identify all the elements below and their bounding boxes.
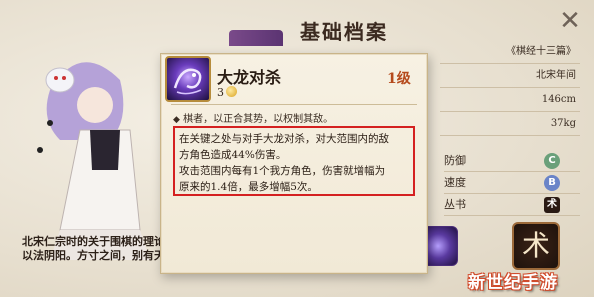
stat-row-speed: 速度 B [444,172,580,194]
dragon-skill-icon [165,56,211,102]
info-row-height: 146cm [440,88,580,112]
skill-name: 大龙对杀 [217,68,282,87]
stat-row-series: 丛书 术 [444,194,580,216]
seal-icon[interactable]: 术 [512,222,560,270]
skill-tooltip: 大龙对杀 1级 3 ◆ 棋者，以正合其势，以权制其敌。 在关键之处与对手大龙对杀… [160,53,428,274]
coin-icon [226,86,237,97]
grade-c-badge: C [544,153,560,169]
stat-row-defense: 防御 C [444,150,580,172]
effect-line: 在关键之处与对手大龙对杀，对大范围内的敌 [179,133,389,145]
effect-line: 原来的1.4倍，最多增幅5次。 [179,181,318,193]
page-title: 基础档案 [300,20,388,44]
stat-label: 防御 [444,154,466,167]
site-watermark: 新世纪手游 [468,273,558,293]
seal-badge-icon: 术 [544,197,560,213]
effect-line: 方角色造成44%伤害。 [179,149,287,161]
title-ornament [229,30,283,46]
divider [171,104,417,105]
skill-effect-text: 在关键之处与对手大龙对杀，对大范围内的敌 方角色造成44%伤害。 攻击范围内每有… [179,131,411,195]
stat-label: 丛书 [444,198,466,211]
cost-value: 3 [217,86,224,99]
effect-line: 攻击范围内每有1个我方角色，伤害就增幅为 [179,165,386,177]
diamond-icon: ◆ [173,115,180,125]
profile-info-table: 《棋经十三篇》 北宋年间 146cm 37kg [440,40,580,136]
grade-b-badge: B [544,175,560,191]
info-row-weight: 37kg [440,112,580,136]
skill-cost: 3 [217,86,237,99]
skill-quote-text: 棋者，以正合其势，以权制其敌。 [183,114,334,125]
stats-list: 防御 C 速度 B 丛书 术 [444,150,580,216]
game-screen: 基础档案 ✕ 《棋经十三篇》 北宋年间 146cm 37kg 防御 C 速度 B… [0,0,594,297]
skill-effect-highlight: 在关键之处与对手大龙对杀，对大范围内的敌 方角色造成44%伤害。 攻击范围内每有… [173,126,415,196]
info-row-era: 北宋年间 [440,64,580,88]
info-row-source: 《棋经十三篇》 [440,40,580,64]
close-icon[interactable]: ✕ [555,6,585,36]
stat-label: 速度 [444,176,466,189]
skill-quote: ◆ 棋者，以正合其势，以权制其敌。 [173,110,333,125]
skill-level: 1级 [387,71,411,87]
